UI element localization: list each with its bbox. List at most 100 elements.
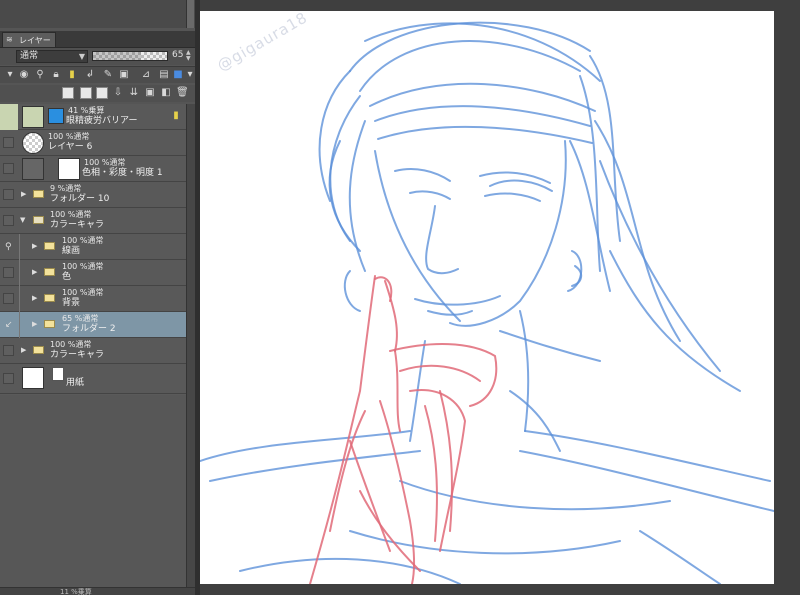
layer-color-strip — [0, 104, 18, 130]
pin-icon[interactable]: ⚲ — [34, 69, 46, 81]
layer-opacity-mode: 100 %通常 — [48, 132, 90, 141]
layer-opacity-mode: 9 %通常 — [50, 184, 82, 193]
blend-row: 通常 ▼ 65 ▲ ▼ — [0, 48, 195, 65]
layer-name: 色 — [62, 272, 72, 282]
folder-icon — [44, 268, 55, 276]
ruler-icon[interactable]: ⊿ — [140, 69, 152, 81]
reference-icon[interactable]: ▮ — [66, 69, 78, 81]
layer-list-scrollbar[interactable] — [186, 104, 195, 587]
layer-row[interactable]: ⚲ ▶ 100 %通常 線画 — [0, 234, 186, 260]
sketch-artwork — [200, 21, 774, 584]
layer-row[interactable]: ▶ 100 %通常 色 — [0, 260, 186, 286]
layer-name: カラーキャラ — [50, 350, 105, 360]
folder-icon — [33, 190, 44, 198]
layer-opacity-mode: 100 %通常 — [50, 340, 92, 349]
blend-mode-select[interactable]: 通常 ▼ — [16, 50, 88, 63]
layer-color-icon[interactable]: ◉ — [18, 69, 30, 81]
opacity-spinner-icon[interactable]: ▲ ▼ — [186, 50, 194, 62]
lock-icon[interactable]: 🔒︎ — [50, 69, 62, 81]
layer-opacity-mode: 41 %乗算 — [68, 106, 105, 115]
tab-layer[interactable]: ≋ レイヤー — [2, 32, 56, 47]
triangle-right-icon[interactable]: ▶ — [21, 346, 26, 354]
red-sketch-lines — [309, 275, 498, 584]
opacity-value[interactable]: 65 — [172, 50, 183, 60]
triangle-down-icon[interactable]: ▼ — [20, 216, 25, 224]
indent-guide — [19, 260, 20, 286]
layer-opacity-mode: 100 %通常 — [84, 158, 126, 167]
clip-icon[interactable]: ↲ — [84, 69, 96, 81]
visibility-toggle[interactable] — [3, 189, 14, 200]
triangle-right-icon[interactable]: ▶ — [32, 242, 37, 250]
combine-icon[interactable]: ⇊ — [128, 87, 140, 99]
layer-name: カラーキャラ — [50, 220, 105, 230]
layer-row[interactable]: ▼ 100 %通常 カラーキャラ — [0, 208, 186, 234]
pen-icon: ▮ — [173, 110, 179, 121]
layer-row[interactable]: 41 %乗算 眼精疲労バリアー ▮ — [0, 104, 186, 130]
new-folder-icon[interactable] — [96, 87, 108, 99]
edit-target-icon: ↙ — [5, 320, 13, 330]
app-window: ≋ レイヤー 通常 ▼ 65 ▲ ▼ ▾ ◉ ⚲ 🔒︎ ▮ ↲ ✎ ▣ ⊿ ▤ … — [0, 0, 800, 595]
layer-row[interactable]: ▶ 100 %通常 背景 — [0, 286, 186, 312]
trash-icon[interactable]: 🗑︎ — [176, 87, 189, 99]
new-layer-icon[interactable] — [62, 87, 74, 99]
layer-name: 線画 — [62, 246, 81, 256]
visibility-toggle[interactable] — [3, 163, 14, 174]
visibility-toggle[interactable] — [3, 215, 14, 226]
visibility-toggle[interactable] — [3, 345, 14, 356]
layer-name: フォルダー 2 — [62, 324, 116, 334]
layer-opacity-mode: 100 %通常 — [62, 236, 104, 245]
layer-name: レイヤー 6 — [48, 142, 93, 152]
chevron-down-icon: ▼ — [78, 52, 85, 61]
layer-opacity-mode: 100 %通常 — [62, 262, 104, 271]
layer-name: 用紙 — [66, 378, 85, 388]
layer-list-empty — [0, 395, 186, 587]
triangle-right-icon[interactable]: ▶ — [21, 190, 26, 198]
panel-footer: 11 %乗算 — [0, 587, 195, 595]
menu-icon[interactable]: ▾ — [4, 69, 16, 81]
new-vector-layer-icon[interactable] — [80, 87, 92, 99]
color-swap-icon[interactable]: ■ — [172, 69, 184, 81]
layer-row[interactable]: 用紙 — [0, 364, 186, 394]
triangle-right-icon[interactable]: ▶ — [32, 320, 37, 328]
mask-apply-icon[interactable]: ◧ — [160, 87, 172, 99]
mask-icon[interactable]: ▣ — [118, 69, 130, 81]
panel-top-strip — [0, 0, 195, 28]
visibility-toggle[interactable] — [3, 293, 14, 304]
layer-panel: ≋ レイヤー 通常 ▼ 65 ▲ ▼ ▾ ◉ ⚲ 🔒︎ ▮ ↲ ✎ ▣ ⊿ ▤ … — [0, 0, 195, 595]
triangle-right-icon[interactable]: ▶ — [32, 294, 37, 302]
folder-icon — [44, 294, 55, 302]
folder-open-icon — [33, 216, 44, 224]
pin-icon: ⚲ — [5, 242, 12, 252]
visibility-toggle[interactable] — [3, 267, 14, 278]
transfer-down-icon[interactable]: ⇩ — [112, 87, 124, 99]
paper-icon — [52, 367, 64, 381]
layer-row-selected[interactable]: ↙ ▶ 65 %通常 フォルダー 2 — [0, 312, 186, 338]
drawing-canvas[interactable]: @gigaura18 — [200, 11, 774, 584]
visibility-toggle[interactable] — [3, 137, 14, 148]
palette-icon[interactable]: ▤ — [158, 69, 170, 81]
layer-opacity-mode: 65 %通常 — [62, 314, 99, 323]
draft-icon[interactable]: ✎ — [102, 69, 114, 81]
canvas-workspace: @gigaura18 — [200, 0, 800, 595]
layer-thumbnail — [22, 367, 44, 389]
layer-toolbar-2: ⇩ ⇊ ▣ ◧ 🗑︎ — [0, 85, 195, 102]
layer-name: 眼精疲労バリアー — [66, 116, 138, 126]
triangle-right-icon[interactable]: ▶ — [32, 268, 37, 276]
blue-sketch-lines — [200, 21, 774, 584]
correction-icon — [22, 158, 44, 180]
opacity-slider[interactable] — [92, 51, 168, 61]
layer-row[interactable]: 100 %通常 レイヤー 6 — [0, 130, 186, 156]
tab-layer-label: レイヤー — [19, 36, 51, 45]
visibility-toggle[interactable] — [3, 373, 14, 384]
layer-row[interactable]: 100 %通常 色相・彩度・明度 1 — [0, 156, 186, 182]
top-scrollbar[interactable] — [186, 0, 194, 28]
layer-row[interactable]: ▶ 9 %通常 フォルダー 10 — [0, 182, 186, 208]
layer-opacity-mode: 100 %通常 — [62, 288, 104, 297]
mask-add-icon[interactable]: ▣ — [144, 87, 156, 99]
indent-guide — [19, 234, 20, 260]
blend-mode-value: 通常 — [20, 51, 39, 61]
folder-icon — [44, 242, 55, 250]
footer-text: 11 %乗算 — [60, 588, 92, 595]
layer-row[interactable]: ▶ 100 %通常 カラーキャラ — [0, 338, 186, 364]
folder-icon — [44, 320, 55, 328]
